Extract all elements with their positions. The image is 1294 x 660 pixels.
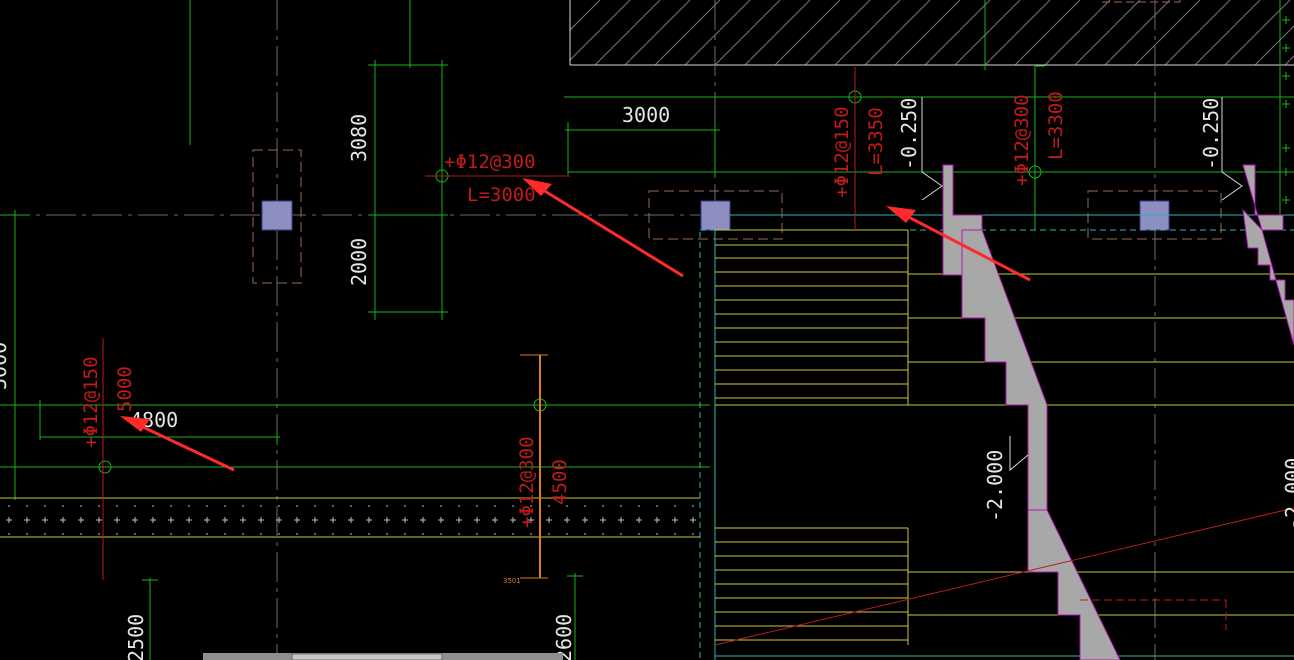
- column-bases: [252, 149, 1222, 284]
- elevation-label-a: -0.250: [897, 98, 921, 170]
- axis-lines: [0, 0, 1156, 660]
- cad-drawing-canvas[interactable]: 3501 3080 2000 3000 4800 2500 2600 5000 …: [0, 0, 1294, 660]
- rebar-label-150-a: +Φ12@150: [831, 106, 853, 198]
- rebar-lines: [102, 67, 1294, 646]
- label-3501: 3501: [503, 577, 521, 585]
- dim-3080: 3080: [347, 114, 371, 162]
- dim-2500: 2500: [124, 614, 148, 660]
- dim-3000: 3000: [622, 103, 670, 127]
- rebar-length-3000: L=3000: [467, 184, 536, 206]
- rebar-length-5000: 5000: [114, 366, 136, 412]
- rebar-length-3300: L=3300: [1045, 91, 1067, 160]
- elevation-label-2000: -2.000: [983, 450, 1007, 522]
- rebar-length-4500: 4500: [549, 459, 571, 505]
- annotation-arrows: [120, 178, 1031, 472]
- rebar-label-300: +Φ12@300: [444, 151, 536, 173]
- rebar-label-300-c: +Φ12@300: [516, 436, 538, 528]
- dim-2000: 2000: [347, 238, 371, 286]
- rebar-label-300-b: +Φ12@300: [1011, 94, 1033, 186]
- elevation-label-right: -2.000: [1281, 458, 1294, 530]
- green-dimension-lines: [0, 0, 1294, 660]
- elevation-label-b: -0.250: [1199, 98, 1223, 170]
- slab-pattern: [0, 505, 700, 535]
- dim-edge-left: 5000: [0, 342, 11, 390]
- hatched-wall: [569, 0, 1294, 66]
- horizontal-scrollbar[interactable]: [203, 653, 563, 660]
- pit-wall-section: [942, 164, 1294, 660]
- rebar-length-3350: L=3350: [865, 107, 887, 176]
- scrollbar-thumb[interactable]: [291, 653, 443, 660]
- rebar-label-150-b: +Φ12@150: [80, 356, 102, 448]
